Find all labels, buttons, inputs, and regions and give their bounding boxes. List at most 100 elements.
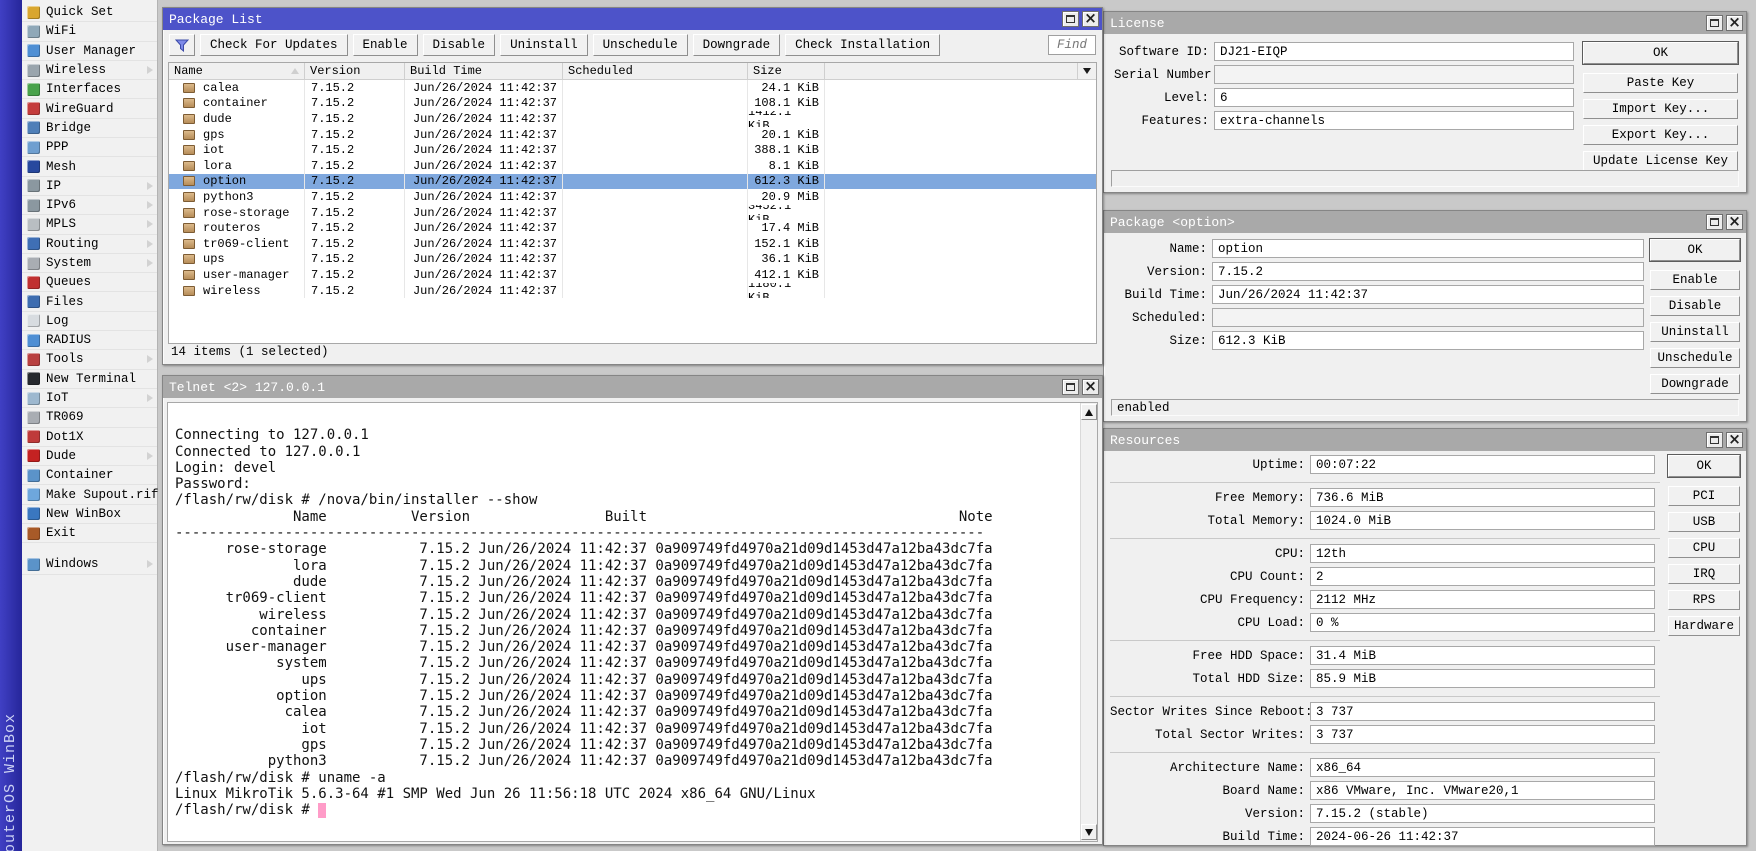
field-value-build-time[interactable]: Jun/26/2024 11:42:37 [1212,285,1644,304]
table-row-ups[interactable]: ups7.15.2Jun/26/2024 11:42:3736.1 KiB [169,252,1096,268]
scroll-down-button[interactable] [1081,824,1097,840]
sidebar-item-new-winbox[interactable]: New WinBox [22,505,157,524]
table-row-routeros[interactable]: routeros7.15.2Jun/26/2024 11:42:3717.4 M… [169,220,1096,236]
table-row-tr069-client[interactable]: tr069-client7.15.2Jun/26/2024 11:42:3715… [169,236,1096,252]
button-ok[interactable]: OK [1583,42,1738,64]
button-disable[interactable]: Disable [1650,296,1740,316]
field-value-total-hdd-size[interactable]: 85.9 MiB [1310,669,1655,688]
field-value-board-name[interactable]: x86 VMware, Inc. VMware20,1 [1310,781,1655,800]
package-option-titlebar[interactable]: Package <option> × [1104,211,1746,233]
sidebar-item-iot[interactable]: IoT [22,389,157,408]
field-value-features[interactable]: extra-channels [1214,111,1574,130]
scroll-up-button[interactable] [1081,404,1097,420]
table-row-container[interactable]: container7.15.2Jun/26/2024 11:42:37108.1… [169,96,1096,112]
sidebar-item-dot1x[interactable]: Dot1X [22,428,157,447]
field-value-free-hdd-space[interactable]: 31.4 MiB [1310,646,1655,665]
package-list-titlebar[interactable]: Package List × [163,8,1102,30]
field-value-serial-number[interactable] [1214,65,1574,84]
maximize-button[interactable] [1062,11,1079,27]
resources-titlebar[interactable]: Resources × [1104,429,1746,451]
button-irq[interactable]: IRQ [1668,564,1740,584]
filter-button[interactable] [169,34,195,56]
sidebar-item-wireguard[interactable]: WireGuard [22,99,157,118]
column-select-button[interactable] [1078,63,1096,79]
column-header-scheduled[interactable]: Scheduled [563,63,748,79]
sidebar-item-user-manager[interactable]: User Manager [22,42,157,61]
toolbar-button-uninstall[interactable]: Uninstall [500,34,588,56]
maximize-button[interactable] [1706,214,1723,230]
sidebar-item-radius[interactable]: RADIUS [22,331,157,350]
sidebar-item-windows[interactable]: Windows [22,555,157,574]
field-value-architecture-name[interactable]: x86_64 [1310,758,1655,777]
table-row-dude[interactable]: dude7.15.2Jun/26/2024 11:42:371412.1 KiB [169,111,1096,127]
field-value-version[interactable]: 7.15.2 [1212,262,1644,281]
sidebar-item-ipv6[interactable]: IPv6 [22,196,157,215]
sidebar-item-tr069[interactable]: TR069 [22,408,157,427]
sidebar-item-routing[interactable]: Routing [22,235,157,254]
sidebar-item-interfaces[interactable]: Interfaces [22,80,157,99]
field-value-size[interactable]: 612.3 KiB [1212,331,1644,350]
column-header-build-time[interactable]: Build Time [405,63,563,79]
field-value-name[interactable]: option [1212,239,1644,258]
maximize-button[interactable] [1706,15,1723,31]
toolbar-button-downgrade[interactable]: Downgrade [693,34,781,56]
table-row-gps[interactable]: gps7.15.2Jun/26/2024 11:42:3720.1 KiB [169,127,1096,143]
table-row-lora[interactable]: lora7.15.2Jun/26/2024 11:42:378.1 KiB [169,158,1096,174]
table-row-option[interactable]: option7.15.2Jun/26/2024 11:42:37612.3 Ki… [169,174,1096,190]
button-pci[interactable]: PCI [1668,486,1740,506]
table-row-python3[interactable]: python37.15.2Jun/26/2024 11:42:3720.9 Mi… [169,189,1096,205]
sidebar-item-system[interactable]: System [22,254,157,273]
sidebar-item-wifi[interactable]: WiFi [22,22,157,41]
toolbar-button-check-for-updates[interactable]: Check For Updates [200,34,348,56]
sidebar-item-ip[interactable]: IP [22,177,157,196]
sidebar-item-container[interactable]: Container [22,466,157,485]
close-button[interactable]: × [1726,214,1743,230]
column-header-name[interactable]: Name [169,63,305,79]
field-value-total-sector-writes[interactable]: 3 737 [1310,725,1655,744]
toolbar-button-disable[interactable]: Disable [423,34,496,56]
field-value-cpu-load[interactable]: 0 % [1310,613,1655,632]
sidebar-item-mpls[interactable]: MPLS [22,215,157,234]
sidebar-item-log[interactable]: Log [22,312,157,331]
field-value-total-memory[interactable]: 1024.0 MiB [1310,511,1655,530]
close-button[interactable]: × [1726,15,1743,31]
terminal-scrollbar[interactable] [1080,403,1097,841]
field-value-uptime[interactable]: 00:07:22 [1310,455,1655,474]
sidebar-item-bridge[interactable]: Bridge [22,119,157,138]
terminal-area[interactable]: Connecting to 127.0.0.1 Connected to 127… [167,402,1098,842]
button-ok[interactable]: OK [1668,455,1740,477]
close-button[interactable]: × [1726,432,1743,448]
field-value-sector-writes-since-reboot[interactable]: 3 737 [1310,702,1655,721]
button-unschedule[interactable]: Unschedule [1650,348,1740,368]
sidebar-item-wireless[interactable]: Wireless [22,61,157,80]
column-header-version[interactable]: Version [305,63,405,79]
field-value-level[interactable]: 6 [1214,88,1574,107]
sidebar-item-tools[interactable]: Tools [22,350,157,369]
button-usb[interactable]: USB [1668,512,1740,532]
sidebar-item-queues[interactable]: Queues [22,273,157,292]
field-value-cpu-count[interactable]: 2 [1310,567,1655,586]
sidebar-item-make-supout-rif[interactable]: Make Supout.rif [22,485,157,504]
license-titlebar[interactable]: License × [1104,12,1746,34]
table-row-calea[interactable]: calea7.15.2Jun/26/2024 11:42:3724.1 KiB [169,80,1096,96]
toolbar-button-check-installation[interactable]: Check Installation [785,34,940,56]
sidebar-item-quick-set[interactable]: Quick Set [22,3,157,22]
toolbar-button-unschedule[interactable]: Unschedule [593,34,688,56]
button-update-license-key[interactable]: Update License Key [1583,151,1738,171]
button-import-key[interactable]: Import Key... [1583,99,1738,119]
field-value-build-time[interactable]: 2024-06-26 11:42:37 [1310,827,1655,846]
field-value-cpu-frequency[interactable]: 2112 MHz [1310,590,1655,609]
button-cpu[interactable]: CPU [1668,538,1740,558]
field-value-free-memory[interactable]: 736.6 MiB [1310,488,1655,507]
column-header-size[interactable]: Size [748,63,825,79]
find-input[interactable] [1048,35,1096,55]
telnet-titlebar[interactable]: Telnet <2> 127.0.0.1 × [163,376,1102,398]
button-rps[interactable]: RPS [1668,590,1740,610]
button-downgrade[interactable]: Downgrade [1650,374,1740,394]
sidebar-item-files[interactable]: Files [22,292,157,311]
table-row-rose-storage[interactable]: rose-storage7.15.2Jun/26/2024 11:42:3734… [169,205,1096,221]
sidebar-item-new-terminal[interactable]: New Terminal [22,370,157,389]
maximize-button[interactable] [1706,432,1723,448]
table-row-wireless[interactable]: wireless7.15.2Jun/26/2024 11:42:371180.1… [169,283,1096,299]
field-value-software-id[interactable]: DJ21-EIQP [1214,42,1574,61]
